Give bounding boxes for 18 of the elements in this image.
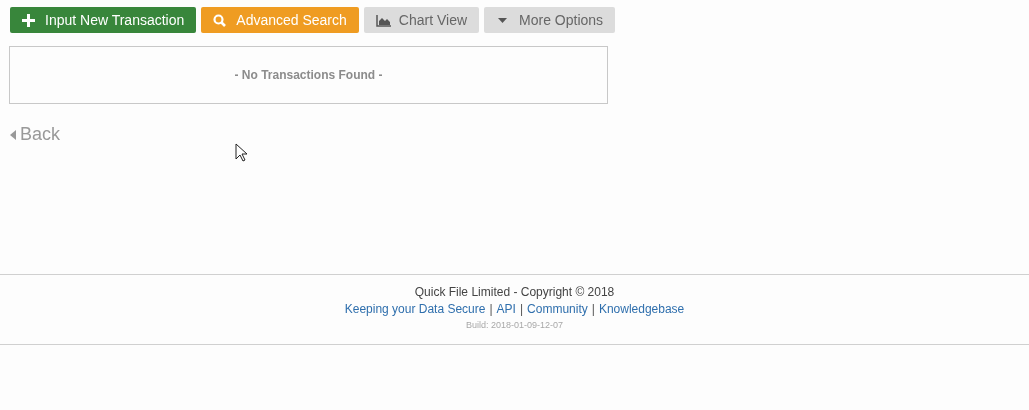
footer-link[interactable]: API bbox=[496, 302, 516, 316]
empty-message: - No Transactions Found - bbox=[234, 68, 383, 82]
toolbar-button[interactable]: Chart View bbox=[363, 7, 480, 33]
link-separator: | bbox=[519, 302, 524, 316]
link-separator: | bbox=[489, 302, 493, 316]
back-link[interactable]: Back bbox=[10, 124, 61, 145]
toolbar-button[interactable]: Input New Transaction bbox=[10, 7, 197, 33]
toolbar-button[interactable]: More Options bbox=[484, 7, 616, 33]
cursor-icon bbox=[235, 143, 248, 163]
footer-link[interactable]: Community bbox=[527, 302, 588, 316]
footer-link[interactable]: Knowledgebase bbox=[598, 302, 685, 316]
copyright-text: Quick File Limited - Copyright © 2018 bbox=[414, 285, 615, 299]
caret-left-icon bbox=[10, 129, 16, 140]
build-text: Build: 2018-01-09-12-07 bbox=[465, 320, 564, 330]
link-separator: | bbox=[591, 302, 595, 316]
footer-link[interactable]: Keeping your Data Secure bbox=[344, 302, 486, 316]
area-chart-icon bbox=[375, 13, 391, 27]
plus-icon bbox=[22, 13, 37, 27]
